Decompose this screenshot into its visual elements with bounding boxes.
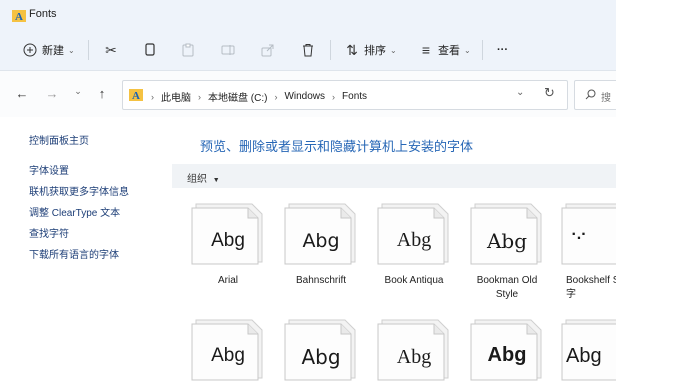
toolbar-divider <box>88 40 89 60</box>
more-options-button[interactable]: ··· <box>497 38 508 62</box>
explorer-window: A Fonts 新建 ⌄ ✂ ⇅ 排序 ⌄ ≡ 查看 ⌄ ··· ← → ⌄ ↑… <box>0 0 616 390</box>
fonts-folder-icon: A <box>12 10 26 22</box>
font-preview: Abg <box>396 346 432 368</box>
back-arrow-icon[interactable]: ← <box>14 86 30 101</box>
address-history-chevron-icon[interactable]: ⌄ <box>516 87 524 98</box>
address-row: ← → ⌄ ↑ A › 此电脑 › 本地磁盘 (C:) › Windows › … <box>0 71 616 117</box>
organize-button[interactable]: 组织 ▼ <box>187 170 220 185</box>
breadcrumb-local-disk[interactable]: 本地磁盘 (C:) <box>208 89 267 104</box>
get-more-fonts-link[interactable]: 联机获取更多字体信息 <box>29 183 129 198</box>
share-icon <box>260 42 276 58</box>
window-title: Fonts <box>29 8 57 20</box>
rename-icon <box>220 42 236 58</box>
cut-button[interactable]: ✂ <box>103 38 119 62</box>
new-button[interactable]: 新建 ⌄ <box>22 38 75 62</box>
page-title: 预览、删除或者显示和隐藏计算机上安装的字体 <box>200 139 474 154</box>
control-panel-home-link[interactable]: 控制面板主页 <box>29 132 89 147</box>
view-list-icon: ≡ <box>421 42 431 58</box>
font-name: Bookshelf Symbol 7 字 <box>566 275 616 300</box>
breadcrumb-chevron-icon: › <box>332 91 336 102</box>
breadcrumb: › 此电脑 › 本地磁盘 (C:) › Windows › Fonts <box>151 89 367 104</box>
font-preview: Abg <box>301 345 341 369</box>
share-button[interactable] <box>260 38 276 62</box>
font-preview: Abg <box>486 229 528 253</box>
trash-icon <box>300 42 316 58</box>
font-name: Book Antiqua <box>384 275 444 286</box>
breadcrumb-fonts[interactable]: Fonts <box>342 91 367 102</box>
organize-bar: 组织 ▼ <box>172 164 616 188</box>
breadcrumb-this-pc[interactable]: 此电脑 <box>161 89 191 104</box>
sort-button[interactable]: ⇅ 排序 ⌄ <box>344 38 397 62</box>
toolbar-divider <box>330 40 331 60</box>
copy-icon <box>142 42 158 58</box>
font-name: Bookman Old Style <box>476 275 538 300</box>
search-icon <box>585 89 596 100</box>
font-settings-link[interactable]: 字体设置 <box>29 162 69 177</box>
delete-button[interactable] <box>300 38 316 62</box>
svg-text:A: A <box>132 90 140 101</box>
command-bar: 新建 ⌄ ✂ ⇅ 排序 ⌄ ≡ 查看 ⌄ ··· <box>0 30 616 71</box>
new-label: 新建 <box>42 45 64 57</box>
search-placeholder: 搜 <box>601 93 611 104</box>
font-name: Arial <box>217 275 238 286</box>
forward-arrow-icon[interactable]: → <box>44 86 60 101</box>
font-preview: Abg <box>211 230 245 251</box>
plus-circle-icon <box>22 42 38 58</box>
view-button[interactable]: ≡ 查看 ⌄ <box>418 38 471 62</box>
svg-text:A: A <box>15 11 23 22</box>
font-name: Bahnschrift <box>295 275 347 286</box>
font-preview: Abg <box>566 345 602 367</box>
up-arrow-icon[interactable]: ↑ <box>94 86 110 101</box>
chevron-down-icon: ⌄ <box>464 45 471 55</box>
font-preview: Abg <box>302 230 340 252</box>
dropdown-triangle-icon: ▼ <box>212 177 220 184</box>
organize-label: 组织 <box>187 174 207 185</box>
breadcrumb-windows[interactable]: Windows <box>284 91 325 102</box>
rename-button[interactable] <box>220 38 236 62</box>
scissors-icon: ✂ <box>105 41 117 58</box>
find-character-link[interactable]: 查找字符 <box>29 225 69 240</box>
toolbar-divider <box>482 40 483 60</box>
cleartype-link[interactable]: 调整 ClearType 文本 <box>29 204 120 219</box>
chevron-down-icon: ⌄ <box>390 45 397 55</box>
font-preview: Abg <box>396 229 432 251</box>
clipboard-icon <box>180 42 196 58</box>
search-input[interactable]: 搜 <box>574 80 616 110</box>
sort-label: 排序 <box>364 45 386 57</box>
breadcrumb-chevron-icon: › <box>274 91 278 102</box>
refresh-icon[interactable]: ↻ <box>544 85 555 101</box>
sort-icon: ⇅ <box>346 41 358 58</box>
breadcrumb-chevron-icon: › <box>151 91 154 102</box>
download-fonts-link[interactable]: 下载所有语言的字体 <box>29 246 119 261</box>
view-label: 查看 <box>438 45 460 57</box>
font-preview: ·.· <box>571 226 587 243</box>
recent-locations-chevron-icon[interactable]: ⌄ <box>70 86 86 97</box>
address-bar[interactable]: A › 此电脑 › 本地磁盘 (C:) › Windows › Fonts ⌄ … <box>122 80 568 110</box>
chevron-down-icon: ⌄ <box>68 45 75 55</box>
title-bar: A Fonts <box>0 0 616 30</box>
more-label: ··· <box>497 44 508 56</box>
font-preview: Abg <box>487 344 527 366</box>
breadcrumb-chevron-icon: › <box>198 91 201 102</box>
paste-button[interactable] <box>180 38 196 62</box>
copy-button[interactable] <box>142 38 158 62</box>
font-preview: Abg <box>211 345 245 366</box>
fonts-folder-icon: A <box>129 89 143 101</box>
